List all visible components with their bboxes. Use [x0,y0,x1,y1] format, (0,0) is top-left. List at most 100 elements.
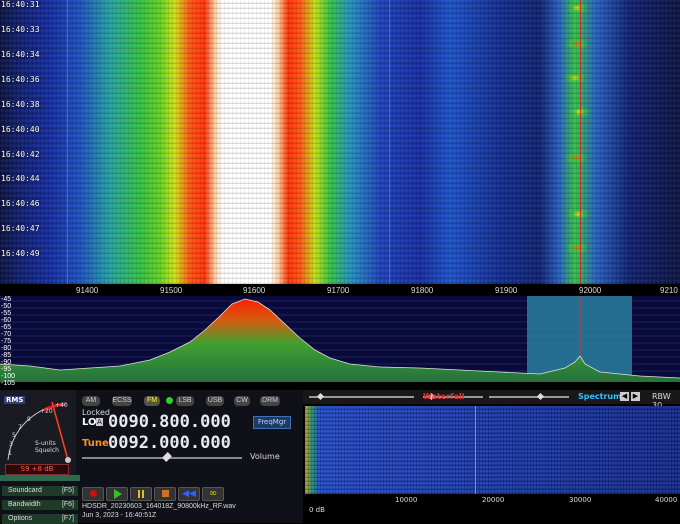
soundcard-label: Soundcard [8,487,42,494]
mode-ecss-button[interactable]: ECSS [112,396,132,406]
s-meter-scale-label: +20 [40,408,53,415]
freq-tick-label: 9210 [660,286,678,295]
db-label: -60 [1,317,12,324]
db-label: -80 [1,345,12,352]
loop-button[interactable]: ∞ [202,487,224,501]
scroll-left-button[interactable]: ◀ [620,392,629,401]
mode-fm-button[interactable]: FM [144,396,160,406]
mode-drm-button[interactable]: DRM [260,396,280,406]
freqmgr-button[interactable]: FreqMgr [253,416,291,429]
mode-active-indicator [166,397,173,404]
slider-thumb[interactable] [536,392,545,401]
record-icon [89,490,97,497]
s-meter-scale-label: 9 [27,416,31,423]
db-label: -50 [1,303,12,310]
freq-tick-label: 92000 [579,286,602,295]
record-button[interactable] [82,487,104,501]
slider-thumb[interactable] [316,392,325,401]
timestamp: 16:40:33 [1,25,40,34]
pause-button[interactable] [130,487,152,501]
db-label: -75 [1,338,12,345]
db-label: -45 [1,296,12,303]
s-meter-reading: S9 +8 dB [5,464,69,475]
mode-am-button[interactable]: AM [82,396,100,406]
tune-frequency-display[interactable]: 0092.000.000 [108,433,231,453]
db-label: -95 [1,366,12,373]
db-label: -55 [1,310,12,317]
locked-label: Locked [82,408,110,417]
s-meter-scale-label: 7 [18,424,22,431]
freq-tick-label: 91600 [243,286,266,295]
tune-marker-line [580,0,581,284]
timestamp: 16:40:40 [1,125,40,134]
waterfall-texture-vertical [0,0,680,284]
control-panel: RMS +40 +20 9 7 5 3 1 S-units Squelch S9… [0,390,303,524]
stop-icon [161,490,169,497]
file-name: HDSDR_20230603_164018Z_90800kHz_RF.wav [82,503,236,510]
agc-bar [0,475,80,481]
lo-lock-badge[interactable]: A [96,418,103,426]
audio-waterfall[interactable] [305,406,680,494]
soundcard-button[interactable]: Soundcard [F5] [2,486,78,496]
s-meter-scale-label: 3 [9,441,13,448]
options-label: Options [8,515,33,522]
freq-tick-label: 91500 [160,286,183,295]
soundcard-key: [F5] [61,487,74,494]
slider-track[interactable] [309,396,414,398]
pause-icon [138,490,144,498]
play-icon [114,489,122,499]
s-meter-scale-label: +40 [55,402,68,409]
mode-cw-button[interactable]: CW [234,396,250,406]
timestamp: 16:40:47 [1,224,40,233]
waterfall-marker-line [389,0,390,284]
file-date: Jun 3, 2023 - 16:40:51Z [82,512,157,519]
timestamp: 16:40:49 [1,249,40,258]
s-meter-scale-label: 1 [8,450,12,457]
slider-track[interactable] [489,396,569,398]
waterfall-marker-line [67,0,68,284]
waterfall-label: Waterfall [423,392,465,401]
audio-axis-label: 10000 [395,496,418,504]
bandwidth-button[interactable]: Bandwidth [F6] [2,500,78,510]
audio-toolbar: Waterfall Spectrum ◀ ▶ RBW 30 [303,390,680,410]
timestamp: 16:40:34 [1,50,40,59]
rms-label[interactable]: RMS [4,396,26,404]
frequency-axis[interactable]: 91400 91500 91600 91700 91800 91900 9200… [0,284,680,296]
mode-lsb-button[interactable]: LSB [176,396,194,406]
s-meter: RMS +40 +20 9 7 5 3 1 S-units Squelch S9… [0,390,76,475]
rewind-icon: ◀◀ [182,489,196,499]
freq-tick-label: 91900 [495,286,518,295]
audio-axis-label: 0 dB [309,506,325,514]
volume-label: Volume [250,452,280,461]
scroll-right-button[interactable]: ▶ [631,392,640,401]
timestamp: 16:40:46 [1,199,40,208]
db-label: -90 [1,359,12,366]
spectrum-display[interactable]: -45 -50 -55 -60 -65 -70 -75 -80 -85 -90 … [0,296,680,388]
stop-button[interactable] [154,487,176,501]
play-button[interactable] [106,487,128,501]
audio-axis: 0 dB 10000 20000 30000 40000 [303,494,680,514]
volume-slider-thumb[interactable] [162,452,172,462]
arrow-right-icon: ▶ [632,392,639,400]
timestamp: 16:40:38 [1,100,40,109]
audio-axis-label: 30000 [569,496,592,504]
timestamp: 16:40:42 [1,150,40,159]
mode-usb-button[interactable]: USB [206,396,224,406]
freq-tick-label: 91800 [411,286,434,295]
arrow-left-icon: ◀ [621,392,628,400]
db-label: -65 [1,324,12,331]
spectrum-label: Spectrum [578,392,622,401]
audio-panel: Waterfall Spectrum ◀ ▶ RBW 30 0 dB 10000… [303,390,680,523]
spectrum-plot [0,296,680,388]
s-units-label: S-units [35,440,56,447]
s-meter-scale-label: 5 [12,432,16,439]
rewind-button[interactable]: ◀◀ [178,487,200,501]
audio-axis-label: 20000 [482,496,505,504]
lo-frequency-display[interactable]: 0090.800.000 [108,412,231,432]
freq-tick-label: 91700 [327,286,350,295]
squelch-label: Squelch [35,447,59,454]
db-label: -70 [1,331,12,338]
audio-axis-label: 40000 [655,496,678,504]
audio-marker-line [475,406,476,494]
loop-icon: ∞ [208,488,218,499]
